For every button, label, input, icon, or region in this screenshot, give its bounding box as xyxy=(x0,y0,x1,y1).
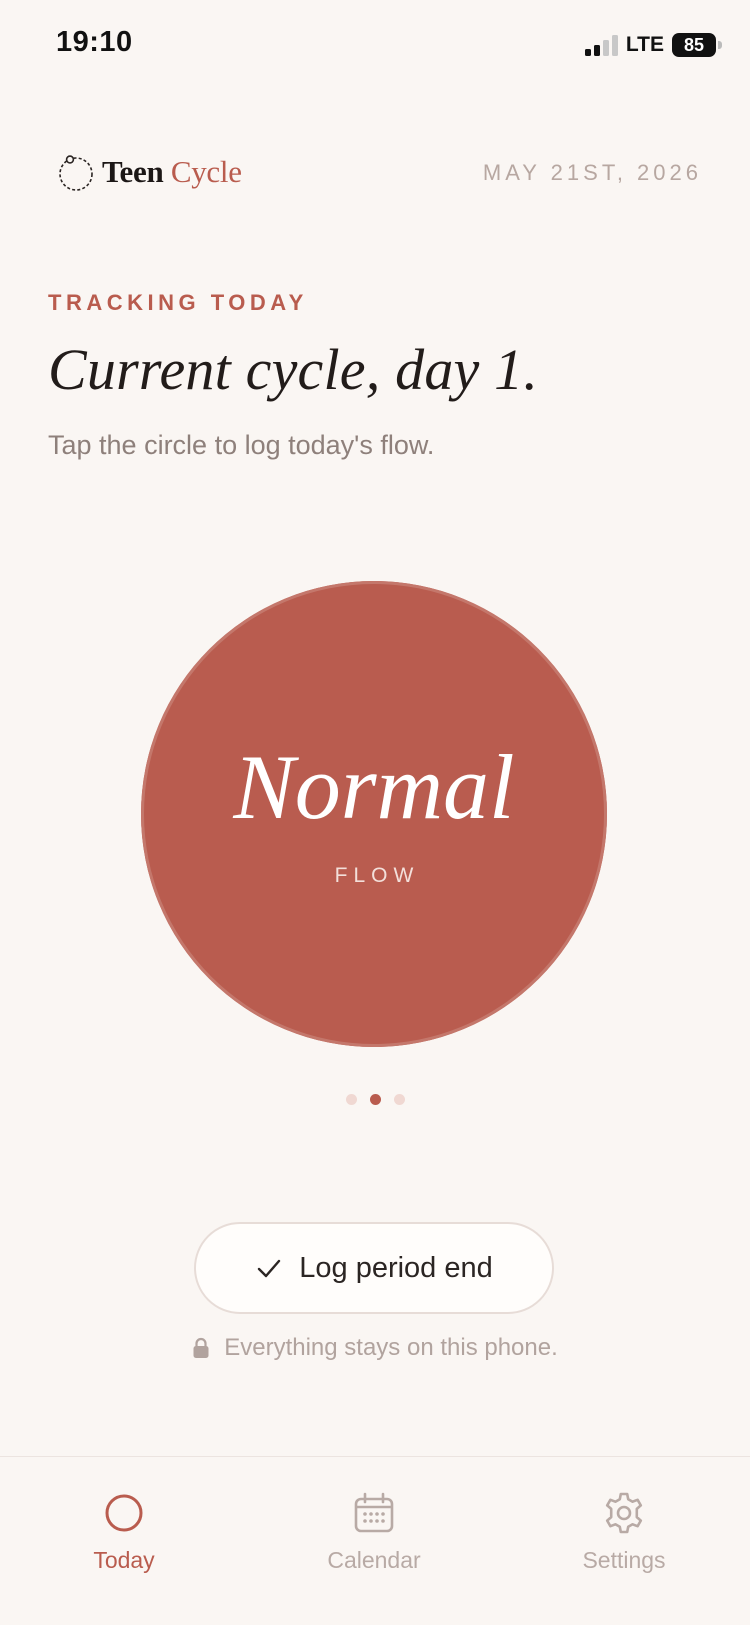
tab-calendar-label: Calendar xyxy=(327,1547,421,1573)
app-logo: Teen Cycle xyxy=(56,152,242,192)
flow-value: Normal xyxy=(233,736,515,838)
app-name-word1: Teen xyxy=(102,154,164,189)
tab-calendar[interactable]: Calendar xyxy=(284,1491,464,1574)
log-button-label: Log period end xyxy=(299,1251,493,1284)
checkmark-icon xyxy=(258,1259,281,1278)
cycle-logo-icon xyxy=(59,155,93,191)
lock-icon xyxy=(193,1337,209,1358)
tab-settings-label: Settings xyxy=(582,1547,666,1573)
privacy-text: Everything stays on this phone. xyxy=(224,1334,558,1361)
signal-icon xyxy=(584,35,618,56)
page-title: Current cycle, day 1. xyxy=(48,337,539,402)
header-date: MAY 21ST, 2026 xyxy=(482,160,702,185)
flow-label: FLOW xyxy=(334,864,420,887)
flow-level-dot-active xyxy=(369,1094,381,1105)
status-time: 19:10 xyxy=(56,26,133,58)
tab-bar: Today Calendar Settings xyxy=(0,1456,750,1625)
network-label: LTE xyxy=(625,33,664,56)
app-name: Teen Cycle xyxy=(102,154,242,190)
battery-level: 85 xyxy=(672,33,716,57)
battery-icon: 85 xyxy=(672,33,722,57)
flow-level-dot xyxy=(345,1094,357,1105)
app-header: Teen Cycle MAY 21ST, 2026 xyxy=(0,140,750,200)
privacy-note: Everything stays on this phone. xyxy=(0,1334,750,1362)
flow-selector-circle[interactable]: Normal FLOW xyxy=(141,581,607,1047)
circle-icon xyxy=(105,1494,143,1532)
log-period-end-button[interactable]: Log period end xyxy=(194,1222,554,1314)
flow-level-dot xyxy=(393,1094,405,1105)
tab-today-label: Today xyxy=(93,1547,155,1573)
gear-icon xyxy=(605,1492,643,1534)
tab-today[interactable]: Today xyxy=(34,1491,214,1574)
section-eyebrow: TRACKING TODAY xyxy=(48,290,308,315)
page-subtitle: Tap the circle to log today's flow. xyxy=(48,430,435,460)
flow-level-indicator xyxy=(0,1094,750,1105)
app-name-word2: Cycle xyxy=(170,154,242,189)
calendar-icon xyxy=(354,1492,394,1533)
tab-settings[interactable]: Settings xyxy=(534,1491,714,1574)
status-indicators: LTE 85 xyxy=(584,32,722,58)
status-bar: 19:10 LTE 85 xyxy=(0,0,750,90)
